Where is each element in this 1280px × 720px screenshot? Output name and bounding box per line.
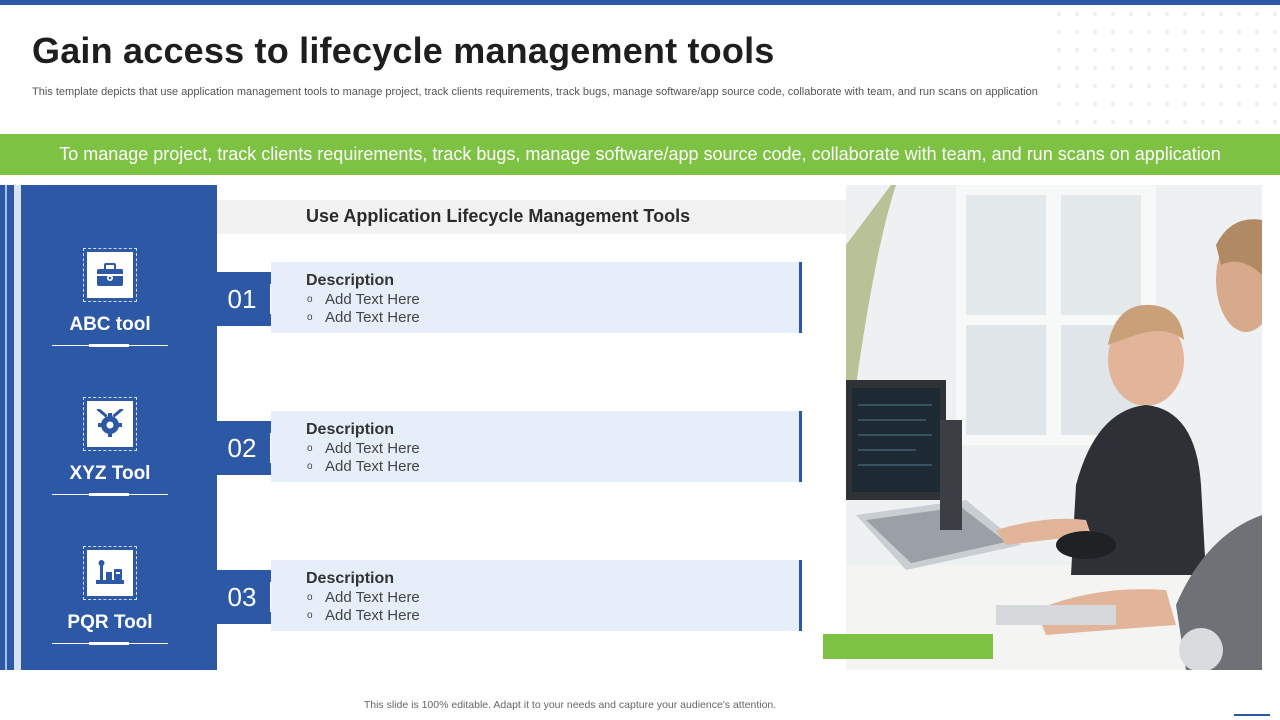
tool-pqr: PQR Tool — [52, 546, 168, 645]
item-number: 01 — [216, 272, 272, 326]
card-bullet: o Add Text Here — [307, 440, 420, 457]
card-title: Description — [306, 421, 395, 438]
section-heading-bar: Use Application Lifecycle Management Too… — [217, 200, 846, 234]
office-workers-photo — [846, 185, 1262, 670]
description-card: Description o Add Text Here o Add Text Her… — [271, 560, 802, 631]
card-title: Description — [306, 272, 395, 289]
toolbox-icon — [97, 263, 123, 286]
tool-divider — [52, 642, 168, 645]
tool-label: PQR Tool — [67, 612, 153, 633]
tool-abc: ABC tool — [52, 248, 168, 347]
slide-title: Gain access to lifecycle management tool… — [32, 30, 775, 71]
tools-icon — [96, 560, 124, 584]
card-bullet: o Add Text Here — [307, 458, 420, 475]
item-number: 03 — [216, 570, 272, 624]
tool-divider — [52, 344, 168, 347]
tool-label: ABC tool — [69, 314, 151, 335]
tool-label: XYZ Tool — [69, 463, 151, 484]
card-title: Description — [306, 570, 395, 587]
description-card: Description o Add Text Here o Add Text Her… — [271, 262, 802, 333]
panel-stripe-wide — [14, 185, 21, 670]
card-bullet: o Add Text Here — [307, 589, 420, 606]
item-number: 02 — [216, 421, 272, 475]
green-banner: To manage project, track clients require… — [0, 134, 1280, 175]
gear-wrench-icon — [96, 409, 124, 437]
tool-xyz: XYZ Tool — [52, 397, 168, 496]
green-accent-bar — [823, 634, 993, 659]
section-heading: Use Application Lifecycle Management Too… — [306, 206, 691, 226]
card-bullet: o Add Text Here — [307, 309, 420, 326]
footer-note: This slide is 100% editable. Adapt it to… — [363, 699, 777, 711]
panel-stripe — [5, 185, 7, 670]
description-card: Description o Add Text Here o Add Text Her… — [271, 411, 802, 482]
corner-accent-rule — [1234, 714, 1270, 716]
photo-illustration — [846, 185, 1262, 670]
dot-pattern-decoration — [1050, 5, 1280, 125]
tool-divider — [52, 493, 168, 496]
card-bullet: o Add Text Here — [307, 291, 420, 308]
slide-subtitle: This template depicts that use applicati… — [32, 86, 1038, 98]
card-bullet: o Add Text Here — [307, 607, 420, 624]
